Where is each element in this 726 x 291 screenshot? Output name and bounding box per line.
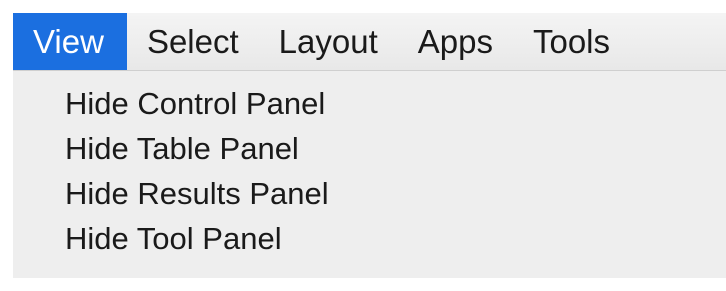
menu-view[interactable]: View xyxy=(13,13,127,70)
menu-layout[interactable]: Layout xyxy=(259,13,398,70)
menu-item-hide-table-panel[interactable]: Hide Table Panel xyxy=(13,126,726,171)
menu-item-hide-tool-panel[interactable]: Hide Tool Panel xyxy=(13,216,726,261)
background-strip xyxy=(0,278,726,291)
menu-tools[interactable]: Tools xyxy=(513,13,630,70)
menu-item-hide-control-panel[interactable]: Hide Control Panel xyxy=(13,81,726,126)
menu-select[interactable]: Select xyxy=(127,13,259,70)
screen: View Select Layout Apps Tools Hide Contr… xyxy=(0,0,726,291)
menu-item-hide-results-panel[interactable]: Hide Results Panel xyxy=(13,171,726,216)
menu-bar: View Select Layout Apps Tools xyxy=(13,13,726,71)
menu-apps[interactable]: Apps xyxy=(398,13,513,70)
view-dropdown-menu: Hide Control Panel Hide Table Panel Hide… xyxy=(13,71,726,291)
